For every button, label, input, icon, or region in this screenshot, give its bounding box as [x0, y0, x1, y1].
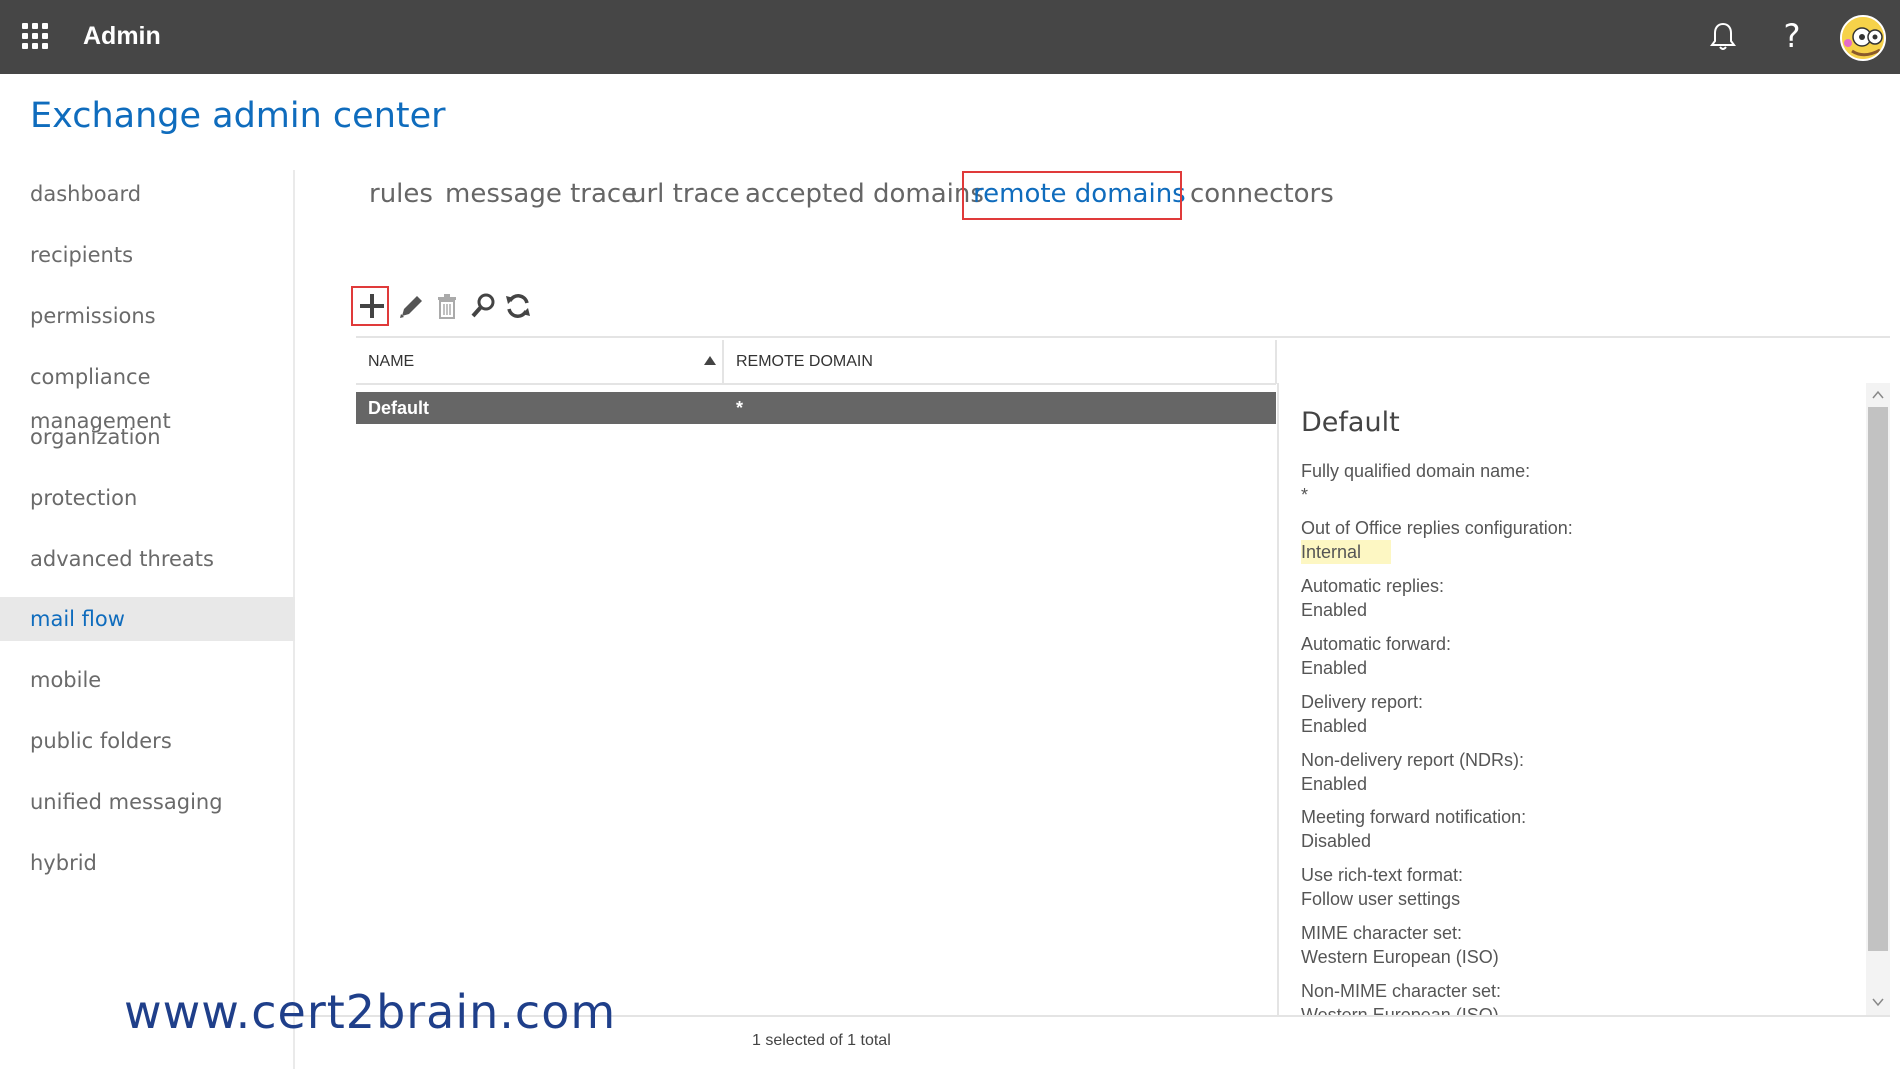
cell-remote-domain: * [736, 398, 744, 418]
property-fqdn: Fully qualified domain name: * [1301, 459, 1530, 507]
property-label: Non-MIME character set: [1301, 981, 1502, 1001]
bell-icon[interactable] [1708, 20, 1738, 52]
sidebar-item-compliance-management[interactable]: compliance management [0, 355, 295, 433]
sidebar-item-mail-flow[interactable]: mail flow [0, 597, 295, 641]
tab-rules[interactable]: rules [369, 174, 433, 214]
sidebar-item-dashboard[interactable]: dashboard [0, 172, 295, 216]
sidebar-item-recipients[interactable]: recipients [0, 233, 295, 277]
property-automatic-replies: Automatic replies: Enabled [1301, 574, 1444, 622]
sidebar-item-public-folders[interactable]: public folders [0, 719, 295, 763]
sort-ascending-icon[interactable] [704, 356, 716, 365]
scroll-down-icon[interactable] [1871, 995, 1885, 1009]
sidebar-item-mobile[interactable]: mobile [0, 658, 295, 702]
property-label: Out of Office replies configuration: [1301, 518, 1573, 538]
top-bar: Admin ? [0, 0, 1900, 74]
property-label: Meeting forward notification: [1301, 807, 1527, 827]
tab-url-trace[interactable]: url trace [630, 174, 740, 214]
edit-icon[interactable] [394, 288, 428, 324]
property-label: Use rich-text format: [1301, 865, 1464, 885]
search-icon[interactable] [466, 288, 500, 324]
status-text: 1 selected of 1 total [752, 1032, 891, 1049]
property-mime-charset: MIME character set: Western European (IS… [1301, 921, 1499, 969]
watermark: www.cert2brain.com [124, 985, 617, 1039]
active-tab-highlight-box [962, 171, 1182, 220]
column-separator [722, 340, 724, 384]
property-value: Western European (ISO) [1301, 947, 1499, 967]
column-separator [1275, 340, 1277, 384]
property-label: Delivery report: [1301, 692, 1424, 712]
sidebar-nav: dashboard recipients permissions complia… [0, 170, 295, 1069]
property-rich-text: Use rich-text format: Follow user settin… [1301, 863, 1463, 911]
column-header-name[interactable]: NAME [368, 341, 718, 383]
sidebar-item-permissions[interactable]: permissions [0, 294, 295, 338]
property-value: Enabled [1301, 716, 1368, 736]
property-label: Fully qualified domain name: [1301, 461, 1531, 481]
cell-name: Default [368, 398, 430, 418]
tab-message-trace[interactable]: message trace [445, 174, 637, 214]
property-value: Enabled [1301, 774, 1368, 794]
header-bottom-border [356, 383, 1276, 385]
sidebar-item-unified-messaging[interactable]: unified messaging [0, 780, 295, 824]
table-top-border [356, 336, 1890, 338]
property-delivery-report: Delivery report: Enabled [1301, 690, 1423, 738]
table-row[interactable]: Default * [356, 392, 1276, 424]
app-launcher-icon[interactable] [22, 23, 48, 49]
app-title[interactable]: Admin [83, 22, 161, 51]
property-automatic-forward: Automatic forward: Enabled [1301, 632, 1451, 680]
details-title: Default [1301, 407, 1400, 438]
property-out-of-office: Out of Office replies configuration: Int… [1301, 516, 1573, 564]
column-header-remote-domain[interactable]: REMOTE DOMAIN [736, 341, 1236, 383]
details-pane: Default Fully qualified domain name: * O… [1277, 383, 1866, 1015]
property-label: Automatic forward: [1301, 634, 1452, 654]
add-button-highlight-box [351, 286, 389, 326]
property-non-mime-charset: Non-MIME character set: Western European… [1301, 979, 1501, 1015]
avatar-image [1842, 17, 1884, 59]
property-label: MIME character set: [1301, 923, 1463, 943]
property-value: Western European (ISO) [1301, 1005, 1499, 1015]
property-value: * [1301, 485, 1309, 505]
property-value: Enabled [1301, 658, 1368, 678]
scrollbar-thumb[interactable] [1868, 407, 1888, 951]
help-icon[interactable]: ? [1777, 16, 1807, 56]
delete-icon[interactable] [430, 288, 464, 324]
property-label: Non-delivery report (NDRs): [1301, 750, 1525, 770]
sidebar-item-organization[interactable]: organization [0, 415, 295, 459]
property-label: Automatic replies: [1301, 576, 1445, 596]
tab-connectors[interactable]: connectors [1190, 174, 1334, 214]
sidebar-item-protection[interactable]: protection [0, 476, 295, 520]
property-meeting-forward: Meeting forward notification: Disabled [1301, 805, 1526, 853]
tab-accepted-domains[interactable]: accepted domains [745, 174, 984, 214]
property-value: Disabled [1301, 831, 1372, 851]
property-value: Follow user settings [1301, 889, 1461, 909]
refresh-icon[interactable] [501, 288, 535, 324]
sidebar-item-advanced-threats[interactable]: advanced threats [0, 537, 295, 581]
sidebar-item-hybrid[interactable]: hybrid [0, 841, 295, 885]
scroll-up-icon[interactable] [1871, 388, 1885, 402]
details-scrollbar[interactable] [1866, 383, 1890, 1015]
property-value-highlighted: Internal [1301, 540, 1392, 564]
property-ndr: Non-delivery report (NDRs): Enabled [1301, 748, 1524, 796]
property-value: Enabled [1301, 600, 1368, 620]
avatar[interactable] [1840, 15, 1886, 61]
page-title: Exchange admin center [30, 96, 446, 136]
